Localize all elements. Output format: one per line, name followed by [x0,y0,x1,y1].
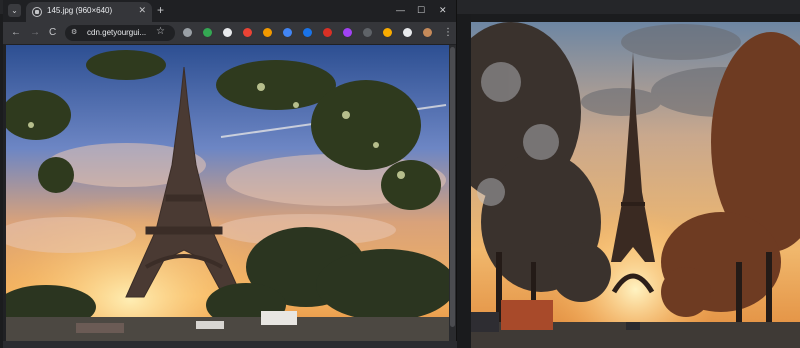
diamond-ext-icon[interactable] [223,28,232,37]
yellow-ext-icon[interactable] [383,28,392,37]
profile-avatar-icon[interactable] [423,28,432,37]
maximize-button[interactable]: ☐ [417,4,425,16]
youtube-ext-icon[interactable] [243,28,252,37]
tab-strip: ⌄ 145.jpg (960×640) ✕ + — ☐ ✕ [3,0,456,22]
vertical-scrollbar[interactable] [449,45,456,341]
globe-ext-icon[interactable] [283,28,292,37]
purple-ext-icon[interactable] [343,28,352,37]
active-tab[interactable]: 145.jpg (960×640) ✕ [26,2,152,22]
scroll-thumb[interactable] [450,47,455,327]
tab-search-icon[interactable]: ⌄ [8,4,21,17]
browser-toolbar: ← → C ⚙ cdn.getyourgui... ☆ ⋮ [3,22,456,44]
image-viewport [6,45,449,341]
download-ext-icon[interactable] [183,28,192,37]
van [261,311,297,325]
truck [76,323,124,333]
second-image-window [471,22,800,348]
taskbar-edge [3,341,459,348]
image-favicon-icon [32,7,42,17]
orange-ext-icon[interactable] [263,28,272,37]
eiffel-avenue-photo [471,22,800,348]
parked-car [471,312,499,332]
window-gap [457,14,471,348]
forward-button[interactable]: → [30,26,40,39]
chrome-menu-icon[interactable]: ⋮ [443,26,453,39]
tab-title: 145.jpg (960×640) [47,6,113,15]
browser-window: ⌄ 145.jpg (960×640) ✕ + — ☐ ✕ ← → C ⚙ cd… [3,0,459,348]
green-ext-icon[interactable] [203,28,212,37]
red-truck [501,300,553,330]
bookmark-star-icon[interactable]: ☆ [156,25,165,39]
car [196,321,224,329]
eye-ext-icon[interactable] [303,28,312,37]
grey-ext-icon[interactable] [363,28,372,37]
reload-button[interactable]: C [49,26,56,39]
minimize-button[interactable]: — [396,4,405,16]
new-tab-button[interactable]: + [157,3,164,17]
site-info-icon[interactable]: ⚙ [71,29,77,37]
red-ext-icon[interactable] [323,28,332,37]
url-text[interactable]: cdn.getyourgui... [87,28,146,37]
eiffel-tower-photo [6,45,449,341]
road [6,317,449,341]
close-window-button[interactable]: ✕ [439,4,447,16]
puzzle-ext-icon[interactable] [403,28,412,37]
back-button[interactable]: ← [11,26,21,39]
distant-car [626,322,640,330]
tab-close-icon[interactable]: ✕ [138,5,146,16]
